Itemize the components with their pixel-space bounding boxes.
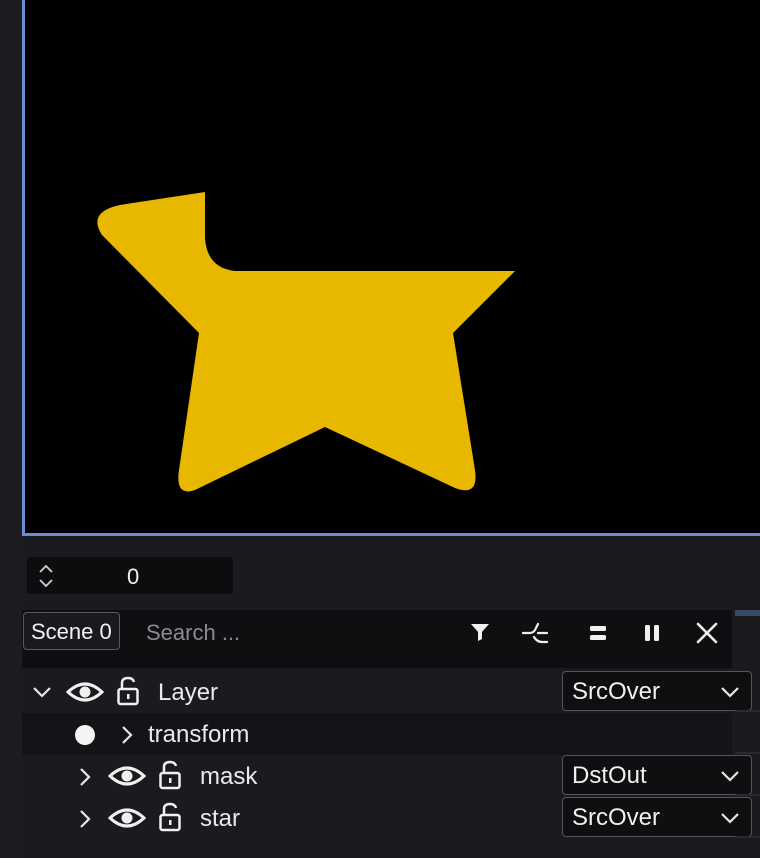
chevron-right-icon[interactable]: [76, 807, 94, 836]
curve-button[interactable]: [520, 618, 550, 648]
layer-name: star: [200, 805, 241, 832]
star-row[interactable]: star SrcOver: [22, 797, 752, 839]
eye-icon[interactable]: [107, 762, 147, 795]
blend-mode-value: SrcOver: [572, 678, 661, 705]
lock-icon[interactable]: [158, 759, 182, 796]
canvas-viewport[interactable]: [22, 0, 760, 536]
blend-mode-value: SrcOver: [572, 804, 661, 831]
left-panel-edge: [0, 0, 22, 858]
blend-mode-select[interactable]: SrcOver: [562, 671, 752, 711]
lock-icon[interactable]: [158, 801, 182, 838]
dot-icon: [74, 724, 96, 751]
eye-icon[interactable]: [107, 804, 147, 837]
layer-name: mask: [200, 763, 258, 790]
chevron-down-icon: [39, 579, 53, 588]
frame-value: 0: [127, 564, 140, 589]
chevron-down-icon: [719, 767, 741, 790]
chevron-down-icon: [719, 809, 741, 832]
stepper-arrows[interactable]: [35, 561, 57, 591]
equals-icon: [590, 626, 606, 640]
eye-icon[interactable]: [65, 678, 105, 711]
mask-row[interactable]: mask DstOut: [22, 755, 752, 797]
filter-button[interactable]: [466, 618, 496, 648]
layers-toolbar: Scene 0: [22, 610, 732, 668]
transform-row[interactable]: transform: [22, 713, 732, 755]
chevron-down-icon[interactable]: [30, 681, 54, 708]
canvas-drawing: [97, 192, 515, 492]
panel-divider: [735, 794, 760, 796]
pause-button[interactable]: [638, 618, 668, 648]
panel-divider: [735, 710, 760, 712]
blend-mode-value: DstOut: [572, 762, 647, 789]
close-button[interactable]: [692, 618, 722, 648]
panel-divider: [735, 752, 760, 754]
panel-divider: [735, 836, 760, 838]
layer-row[interactable]: Layer SrcOver: [22, 671, 752, 713]
close-icon: [696, 622, 718, 644]
collapse-button[interactable]: [584, 618, 614, 648]
frame-stepper[interactable]: 0: [27, 557, 233, 594]
filter-icon: [471, 624, 489, 641]
scene-selector-button[interactable]: Scene 0: [23, 612, 120, 650]
layer-name: Layer: [158, 679, 219, 706]
pause-icon: [645, 625, 659, 641]
chevron-right-icon[interactable]: [118, 723, 136, 752]
chevron-right-icon[interactable]: [76, 765, 94, 794]
chevron-down-icon: [719, 683, 741, 706]
blend-mode-select[interactable]: DstOut: [562, 755, 752, 795]
chevron-up-icon: [39, 564, 53, 573]
panel-divider: [735, 610, 760, 616]
lock-icon[interactable]: [116, 675, 140, 712]
star-shape: [97, 192, 515, 492]
curve-icon: [521, 622, 549, 644]
search-input[interactable]: [144, 614, 448, 652]
blend-mode-select[interactable]: SrcOver: [562, 797, 752, 837]
transform-label: transform: [148, 721, 250, 748]
